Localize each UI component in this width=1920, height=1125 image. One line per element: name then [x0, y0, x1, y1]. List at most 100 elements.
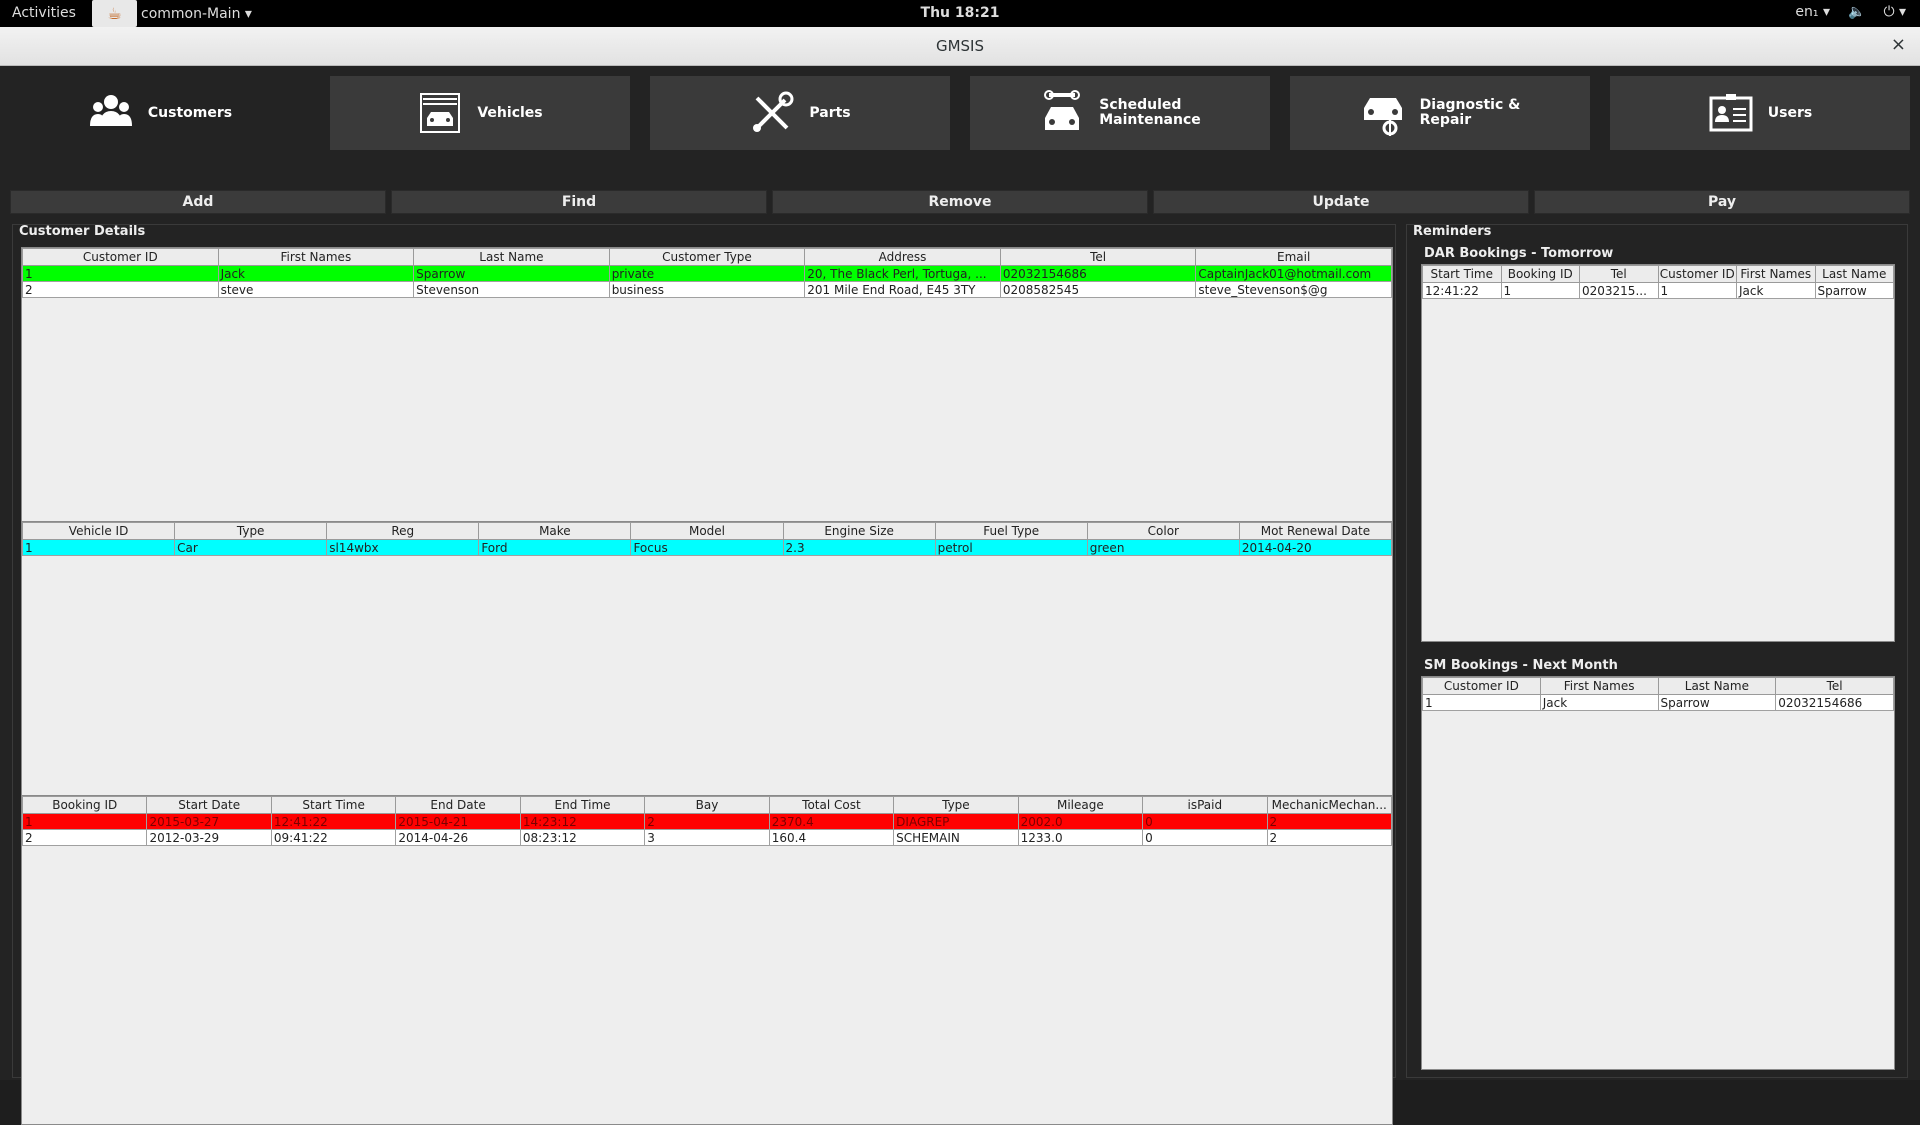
table-row[interactable]: 12:41:22 1 0203215... 1 Jack Sparrow: [1422, 282, 1894, 299]
column-header[interactable]: Customer ID: [22, 248, 219, 266]
table-cell[interactable]: 1: [1422, 694, 1541, 711]
column-header[interactable]: Email: [1195, 248, 1392, 266]
column-header[interactable]: First Names: [217, 248, 415, 266]
column-header[interactable]: Tel: [1579, 265, 1659, 283]
table-cell[interactable]: 2: [22, 281, 219, 298]
pay-button[interactable]: Pay: [1534, 190, 1910, 214]
table-cell[interactable]: 2.3: [782, 539, 936, 556]
table-cell[interactable]: DIAGREP: [893, 813, 1019, 830]
table-cell[interactable]: 1: [1657, 282, 1737, 299]
table-cell[interactable]: 1: [22, 813, 148, 830]
find-button[interactable]: Find: [391, 190, 767, 214]
table-cell[interactable]: Sparrow: [1657, 694, 1777, 711]
update-button[interactable]: Update: [1153, 190, 1529, 214]
column-header[interactable]: Booking ID: [22, 796, 148, 814]
column-header[interactable]: Customer ID: [1657, 265, 1737, 283]
nav-vehicles-button[interactable]: Vehicles: [330, 76, 630, 150]
table-cell[interactable]: 08:23:12: [519, 829, 646, 846]
table-cell[interactable]: Sparrow: [1814, 282, 1894, 299]
table-cell[interactable]: 0: [1142, 829, 1268, 846]
column-header[interactable]: Booking ID: [1500, 265, 1580, 283]
column-header[interactable]: Start Date: [146, 796, 272, 814]
column-header[interactable]: First Names: [1736, 265, 1816, 283]
table-cell[interactable]: 1: [22, 539, 176, 556]
column-header[interactable]: Start Time: [1422, 265, 1502, 283]
column-header[interactable]: End Date: [395, 796, 521, 814]
column-header[interactable]: Color: [1086, 522, 1240, 540]
table-cell[interactable]: 201 Mile End Road, E45 3TY: [804, 281, 1001, 298]
column-header[interactable]: Bay: [644, 796, 770, 814]
table-cell[interactable]: green: [1086, 539, 1240, 556]
column-header[interactable]: Mot Renewal Date: [1238, 522, 1392, 540]
power-icon[interactable]: ⏻ ▾: [1883, 4, 1906, 20]
table-cell[interactable]: Jack: [1539, 694, 1659, 711]
table-cell[interactable]: Jack: [1736, 282, 1816, 299]
table-cell[interactable]: petrol: [934, 539, 1088, 556]
column-header[interactable]: First Names: [1539, 677, 1659, 695]
table-cell[interactable]: Ford: [478, 539, 632, 556]
table-cell[interactable]: Stevenson: [413, 281, 610, 298]
column-header[interactable]: Model: [630, 522, 784, 540]
column-header[interactable]: Tel: [999, 248, 1197, 266]
nav-parts-button[interactable]: Parts: [650, 76, 950, 150]
table-cell[interactable]: 02032154686: [999, 265, 1197, 282]
table-cell[interactable]: 2015-04-21: [395, 813, 521, 830]
table-cell[interactable]: 2: [22, 829, 148, 846]
language-selector[interactable]: en₁ ▾: [1795, 4, 1830, 20]
column-header[interactable]: Type: [893, 796, 1019, 814]
dar-bookings-table[interactable]: Start Time Booking ID Tel Customer ID First …: [1421, 264, 1895, 642]
table-row[interactable]: 1 Jack Sparrow 02032154686: [1422, 694, 1894, 711]
column-header[interactable]: Engine Size: [782, 522, 936, 540]
table-cell[interactable]: 2: [1266, 813, 1392, 830]
table-row[interactable]: 1 2015-03-27 12:41:22 2015-04-21 14:23:12 2 23…: [22, 813, 1392, 830]
remove-button[interactable]: Remove: [772, 190, 1148, 214]
column-header[interactable]: Total Cost: [768, 796, 895, 814]
table-row[interactable]: 1 Jack Sparrow private 20, The Black Perl, T…: [22, 265, 1392, 282]
table-cell[interactable]: Focus: [630, 539, 784, 556]
table-cell[interactable]: 20, The Black Perl, Tortuga, ...: [804, 265, 1001, 282]
table-cell[interactable]: 1: [22, 265, 219, 282]
table-row[interactable]: 2 steve Stevenson business 201 Mile End Road…: [22, 281, 1392, 298]
column-header[interactable]: MechanicMechan...: [1266, 796, 1392, 814]
table-cell[interactable]: Jack: [217, 265, 415, 282]
table-cell[interactable]: SCHEMAIN: [893, 829, 1019, 846]
table-cell[interactable]: 2014-04-26: [395, 829, 521, 846]
add-button[interactable]: Add: [10, 190, 386, 214]
table-cell[interactable]: steve: [217, 281, 415, 298]
table-cell[interactable]: 2370.4: [768, 813, 895, 830]
nav-scheduled-maintenance-button[interactable]: Scheduled Maintenance: [970, 76, 1270, 150]
table-cell[interactable]: 2015-03-27: [146, 813, 272, 830]
table-row[interactable]: 1 Car sl14wbx Ford Focus 2.3 petrol green 2014-0…: [22, 539, 1392, 556]
table-cell[interactable]: 12:41:22: [270, 813, 397, 830]
table-cell[interactable]: 09:41:22: [270, 829, 397, 846]
table-cell[interactable]: 3: [644, 829, 770, 846]
table-cell[interactable]: CaptainJack01@hotmail.com: [1195, 265, 1392, 282]
table-cell[interactable]: 14:23:12: [519, 813, 646, 830]
table-cell[interactable]: 160.4: [768, 829, 895, 846]
column-header[interactable]: Fuel Type: [934, 522, 1088, 540]
table-cell[interactable]: 2: [1266, 829, 1392, 846]
sm-bookings-table[interactable]: Customer ID First Names Last Name Tel 1 Jack…: [1421, 676, 1895, 1070]
column-header[interactable]: Last Name: [1657, 677, 1777, 695]
table-cell[interactable]: sl14wbx: [326, 539, 480, 556]
column-header[interactable]: Vehicle ID: [22, 522, 176, 540]
column-header[interactable]: End Time: [519, 796, 646, 814]
column-header[interactable]: Start Time: [270, 796, 397, 814]
table-cell[interactable]: 2002.0: [1017, 813, 1144, 830]
table-cell[interactable]: Sparrow: [413, 265, 610, 282]
table-cell[interactable]: 1233.0: [1017, 829, 1144, 846]
table-cell[interactable]: 02032154686: [1775, 694, 1894, 711]
column-header[interactable]: Address: [804, 248, 1001, 266]
table-cell[interactable]: business: [608, 281, 806, 298]
table-cell[interactable]: 2012-03-29: [146, 829, 272, 846]
table-cell[interactable]: 0: [1142, 813, 1268, 830]
table-cell[interactable]: 0203215...: [1579, 282, 1659, 299]
volume-icon[interactable]: 🔈: [1848, 4, 1865, 20]
table-cell[interactable]: 2: [644, 813, 770, 830]
table-row[interactable]: 2 2012-03-29 09:41:22 2014-04-26 08:23:12 3 16…: [22, 829, 1392, 846]
table-cell[interactable]: 12:41:22: [1422, 282, 1502, 299]
column-header[interactable]: Last Name: [413, 248, 610, 266]
clock[interactable]: Thu 18:21: [0, 5, 1920, 21]
column-header[interactable]: Tel: [1775, 677, 1894, 695]
column-header[interactable]: isPaid: [1142, 796, 1268, 814]
